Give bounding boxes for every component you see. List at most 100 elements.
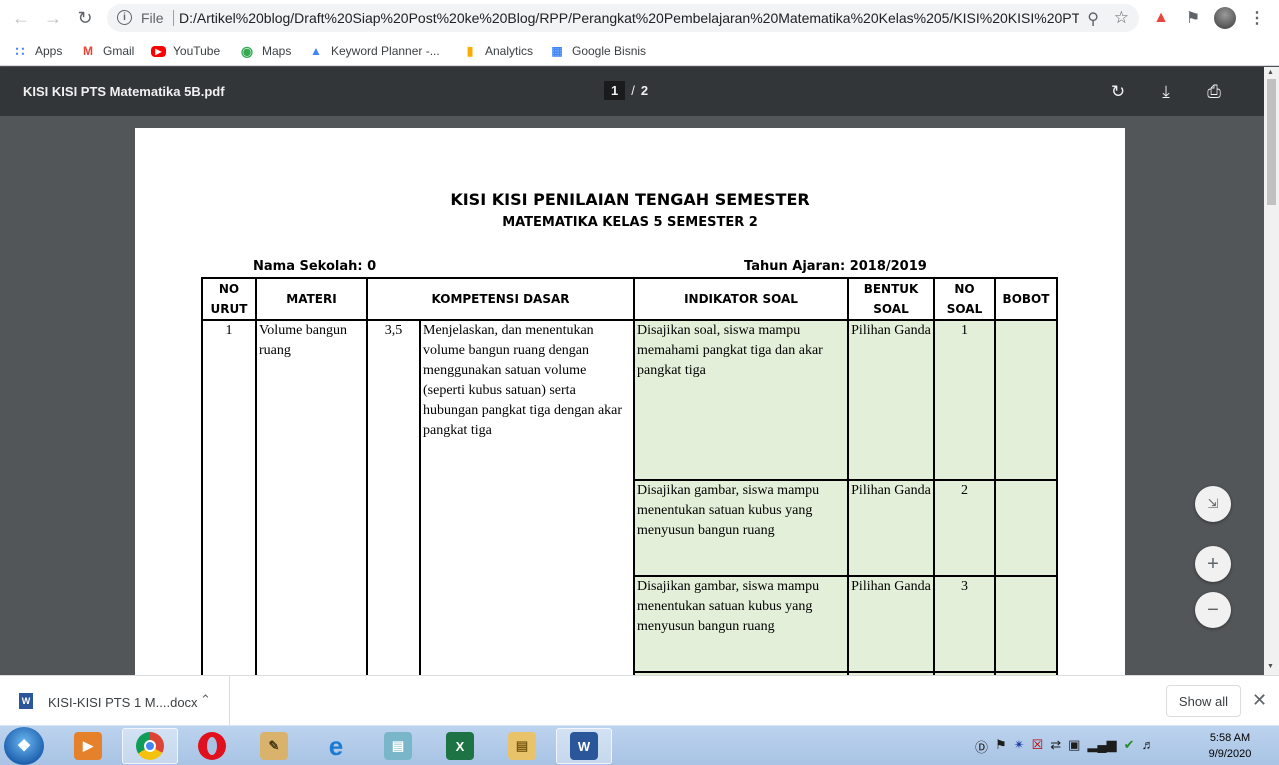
- paint-icon[interactable]: ✎: [246, 728, 302, 764]
- rotate-icon[interactable]: ↻: [1106, 80, 1130, 104]
- analytics-icon: ▮: [466, 44, 474, 58]
- google-ads-icon: ▲: [310, 44, 322, 58]
- cell-bentuk-soal: Pilihan Ganda: [847, 479, 935, 577]
- cell-bobot: [994, 479, 1058, 577]
- zoom-out-icon[interactable]: −: [1195, 592, 1231, 628]
- scheme-label: File: [141, 10, 164, 26]
- bookmark-keyword-planner[interactable]: ▲ Keyword Planner -...: [308, 42, 440, 60]
- show-all-button[interactable]: Show all: [1166, 685, 1241, 717]
- bluetooth-icon[interactable]: ✴: [1014, 737, 1025, 756]
- scroll-down-icon[interactable]: ▼: [1267, 663, 1274, 670]
- cell-kd-number: 3,5: [366, 319, 421, 675]
- profile-avatar[interactable]: [1213, 6, 1237, 30]
- cell-bentuk-soal: Pilihan Ganda: [847, 575, 935, 673]
- academic-year: Tahun Ajaran: 2018/2019: [744, 259, 927, 274]
- cell-bobot: [994, 319, 1058, 481]
- extensions-puzzle-icon[interactable]: ⚑: [1181, 6, 1205, 30]
- network-error-icon[interactable]: ☒: [1032, 737, 1044, 756]
- header-kompetensi-dasar: KOMPETENSI DASAR: [366, 277, 635, 321]
- bookmark-google-bisnis[interactable]: ▦ Google Bisnis: [549, 42, 646, 60]
- input-method-icon[interactable]: Ⓓ: [975, 737, 988, 756]
- bookmark-label: YouTube: [173, 44, 221, 58]
- print-icon[interactable]: ⎙: [1202, 80, 1226, 104]
- header-indikator-soal: INDIKATOR SOAL: [633, 277, 849, 321]
- volume-icon[interactable]: ♬: [1142, 737, 1155, 756]
- extension-icon[interactable]: ▲: [1149, 6, 1173, 30]
- download-item[interactable]: W KISI-KISI PTS 1 M....docx ⌃: [0, 676, 230, 726]
- bookmark-label: Gmail: [103, 44, 135, 58]
- back-arrow-icon[interactable]: ←: [8, 5, 34, 31]
- table-row: 1 Volume bangun ruang 3,5 Menjelaskan, d…: [201, 319, 1058, 675]
- close-icon[interactable]: ✕: [1252, 690, 1267, 711]
- bookmark-label: Keyword Planner -...: [331, 44, 440, 58]
- zoom-in-icon[interactable]: +: [1195, 546, 1231, 582]
- header-no-urut: NO URUT: [201, 277, 257, 321]
- system-tray: Ⓓ ⚑ ✴ ☒ ⇄ ▣ ▂▄▆ ✔ ♬: [975, 737, 1155, 756]
- word-file-icon: W: [19, 693, 33, 709]
- scroll-up-icon[interactable]: ▲: [1267, 69, 1274, 76]
- cell-materi: Volume bangun ruang: [255, 319, 368, 675]
- excel-icon[interactable]: X: [432, 728, 488, 764]
- cell-no-urut: 1: [201, 319, 257, 675]
- taskbar-clock[interactable]: 5:58 AM 9/9/2020: [1200, 730, 1260, 762]
- kisi-kisi-table: NO URUT MATERI KOMPETENSI DASAR INDIKATOR…: [201, 277, 1058, 675]
- pdf-toolbar: KISI KISI PTS Matematika 5B.pdf 1 / 2 ↻ …: [0, 67, 1279, 116]
- table-header-row: NO URUT MATERI KOMPETENSI DASAR INDIKATOR…: [201, 277, 1058, 321]
- forward-arrow-icon[interactable]: →: [40, 5, 66, 31]
- bookmark-analytics[interactable]: ▮ Analytics: [462, 42, 533, 60]
- sync-icon[interactable]: ⇄: [1050, 737, 1061, 756]
- page-separator: /: [631, 83, 635, 98]
- opera-icon[interactable]: [184, 728, 240, 764]
- pdf-viewer[interactable]: KISI KISI PENILAIAN TENGAH SEMESTER MATE…: [0, 116, 1279, 675]
- header-materi: MATERI: [255, 277, 368, 321]
- flag-icon[interactable]: ⚑: [995, 737, 1007, 756]
- cell-no-soal: 3: [933, 575, 996, 673]
- page-scrollbar[interactable]: ▲ ▼: [1264, 67, 1279, 675]
- pdf-page: KISI KISI PENILAIAN TENGAH SEMESTER MATE…: [135, 128, 1125, 675]
- address-bar[interactable]: i File D:/Artikel%20blog/Draft%20Siap%20…: [107, 4, 1139, 32]
- current-page-input[interactable]: 1: [604, 81, 626, 100]
- bookmark-gmail[interactable]: M Gmail: [80, 42, 134, 60]
- apps-grid-icon: ∷: [15, 42, 25, 59]
- menu-kebab-icon[interactable]: ⋮: [1245, 6, 1269, 30]
- signal-icon[interactable]: ▂▄▆: [1087, 737, 1116, 756]
- internet-explorer-icon[interactable]: e: [308, 728, 364, 764]
- clock-time: 5:58 AM: [1209, 732, 1251, 744]
- media-player-icon[interactable]: ▶: [60, 728, 116, 764]
- bookmark-star-icon[interactable]: ☆: [1114, 8, 1129, 28]
- gmail-icon: M: [83, 44, 93, 58]
- download-file-name: KISI-KISI PTS 1 M....docx: [48, 695, 198, 710]
- start-button[interactable]: ❖: [4, 727, 44, 765]
- site-info-icon[interactable]: i: [117, 10, 132, 25]
- bookmark-apps[interactable]: ∷ Apps: [12, 42, 63, 60]
- bookmark-label: Analytics: [485, 44, 534, 58]
- security-icon[interactable]: ✔: [1124, 737, 1135, 756]
- notes-icon[interactable]: ▤: [370, 728, 426, 764]
- bookmark-youtube[interactable]: ▶ YouTube: [151, 42, 220, 60]
- file-explorer-icon[interactable]: ▤: [494, 728, 550, 764]
- device-icon[interactable]: ▣: [1068, 737, 1080, 756]
- maps-icon: ◉: [240, 42, 254, 59]
- zoom-icon[interactable]: ⚲: [1087, 9, 1099, 29]
- url-text[interactable]: D:/Artikel%20blog/Draft%20Siap%20Post%20…: [179, 10, 1079, 26]
- total-pages: 2: [640, 83, 649, 98]
- header-bobot: BOBOT: [994, 277, 1058, 321]
- fit-to-page-icon[interactable]: ⇲: [1195, 486, 1231, 522]
- document-subtitle: MATEMATIKA KELAS 5 SEMESTER 2: [502, 215, 758, 230]
- scrollbar-thumb[interactable]: [1267, 79, 1276, 205]
- bookmark-label: Maps: [262, 44, 292, 58]
- chrome-icon[interactable]: [122, 728, 178, 764]
- bookmarks-bar: ∷ Apps M Gmail ▶ YouTube ◉ Maps ▲ Keywor…: [0, 36, 1279, 66]
- chevron-up-icon[interactable]: ⌃: [200, 692, 211, 708]
- page-indicator: 1 / 2: [604, 81, 648, 100]
- bookmark-label: Google Bisnis: [572, 44, 647, 58]
- cell-kd-text: Menjelaskan, dan menentukan volume bangu…: [419, 319, 635, 675]
- header-no-soal: NO SOAL: [933, 277, 996, 321]
- download-icon[interactable]: ⤓: [1154, 80, 1178, 104]
- bookmark-maps[interactable]: ◉ Maps: [239, 42, 291, 60]
- word-icon[interactable]: W: [556, 728, 612, 764]
- google-business-icon: ▦: [551, 44, 563, 58]
- omnibox-divider: [173, 10, 174, 26]
- reload-icon[interactable]: ↻: [72, 5, 98, 31]
- windows-taskbar: ❖ ▶ ✎ e ▤ X ▤ W Ⓓ ⚑ ✴ ☒ ⇄ ▣ ▂▄▆ ✔ ♬ 5:58…: [0, 725, 1279, 765]
